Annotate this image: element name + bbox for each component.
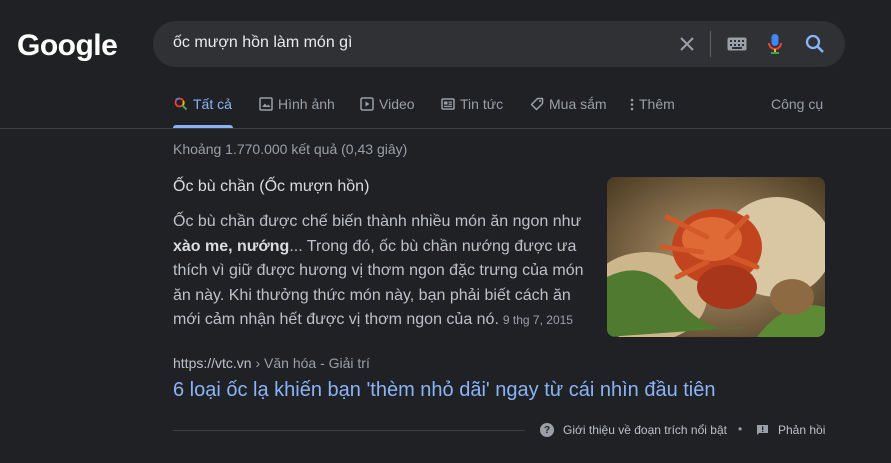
google-logo[interactable]: Google (17, 29, 118, 63)
tab-shopping[interactable]: Mua sắm (529, 96, 607, 128)
result-stats: Khoảng 1.770.000 kết quả (0,43 giây) (173, 141, 408, 157)
snippet-date: 9 thg 7, 2015 (502, 313, 573, 327)
tab-label: Mua sắm (549, 96, 607, 112)
snippet-thumbnail[interactable] (607, 177, 825, 337)
tab-images[interactable]: Hình ảnh (258, 96, 335, 128)
search-icon[interactable] (803, 32, 827, 56)
featured-snippet-text: Ốc bù chần được chế biến thành nhiều món… (173, 213, 584, 328)
search-icon (173, 96, 188, 111)
footer-separator: • (738, 422, 743, 436)
feedback-button[interactable]: Phản hồi (756, 423, 825, 437)
tab-more[interactable]: Thêm (628, 96, 675, 128)
tab-label: Tất cả (193, 96, 232, 112)
tab-video[interactable]: Video (359, 96, 415, 128)
featured-snippet-title: Ốc bù chần (Ốc mượn hồn) (173, 178, 370, 195)
tab-label: Hình ảnh (278, 96, 335, 112)
feedback-icon (756, 424, 769, 436)
tab-all[interactable]: Tất cả (173, 96, 232, 128)
about-featured-snippets-link[interactable]: ? Giới thiệu về đoạn trích nổi bật (540, 423, 727, 437)
tab-news[interactable]: Tin tức (440, 96, 503, 128)
tab-label: Thêm (639, 96, 675, 112)
help-icon: ? (540, 423, 554, 437)
search-divider (710, 31, 711, 57)
image-icon (258, 96, 273, 111)
result-title-link[interactable]: 6 loại ốc lạ khiến bạn 'thèm nhỏ dãi' ng… (173, 379, 716, 402)
search-box[interactable]: ốc mượn hồn làm món gì (153, 21, 845, 67)
video-icon (359, 96, 374, 111)
footer-divider (173, 430, 525, 431)
tools-button[interactable]: Công cụ (771, 96, 823, 128)
news-icon (440, 96, 455, 111)
snippet-bold-text: xào me, nướng (173, 237, 290, 255)
result-url[interactable]: https://vtc.vn › Văn hóa - Giải trí (173, 355, 370, 371)
tabs-divider (0, 128, 891, 129)
result-domain: https://vtc.vn (173, 355, 252, 371)
search-tabs: Tất cả Hình ảnh Video Tin tức Mua sắm Th… (0, 96, 891, 128)
keyboard-icon[interactable] (725, 32, 749, 56)
feedback-label: Phản hồi (778, 423, 826, 437)
tools-label: Công cụ (771, 96, 824, 112)
tab-label: Video (379, 96, 415, 112)
search-input[interactable]: ốc mượn hồn làm món gì (173, 34, 353, 52)
result-breadcrumb: › Văn hóa - Giải trí (251, 355, 370, 371)
more-vert-icon (628, 96, 636, 111)
tag-icon (529, 96, 544, 111)
clear-icon[interactable] (675, 32, 699, 56)
microphone-icon[interactable] (763, 32, 787, 56)
about-label: Giới thiệu về đoạn trích nổi bật (563, 423, 727, 437)
tab-label: Tin tức (460, 96, 504, 112)
